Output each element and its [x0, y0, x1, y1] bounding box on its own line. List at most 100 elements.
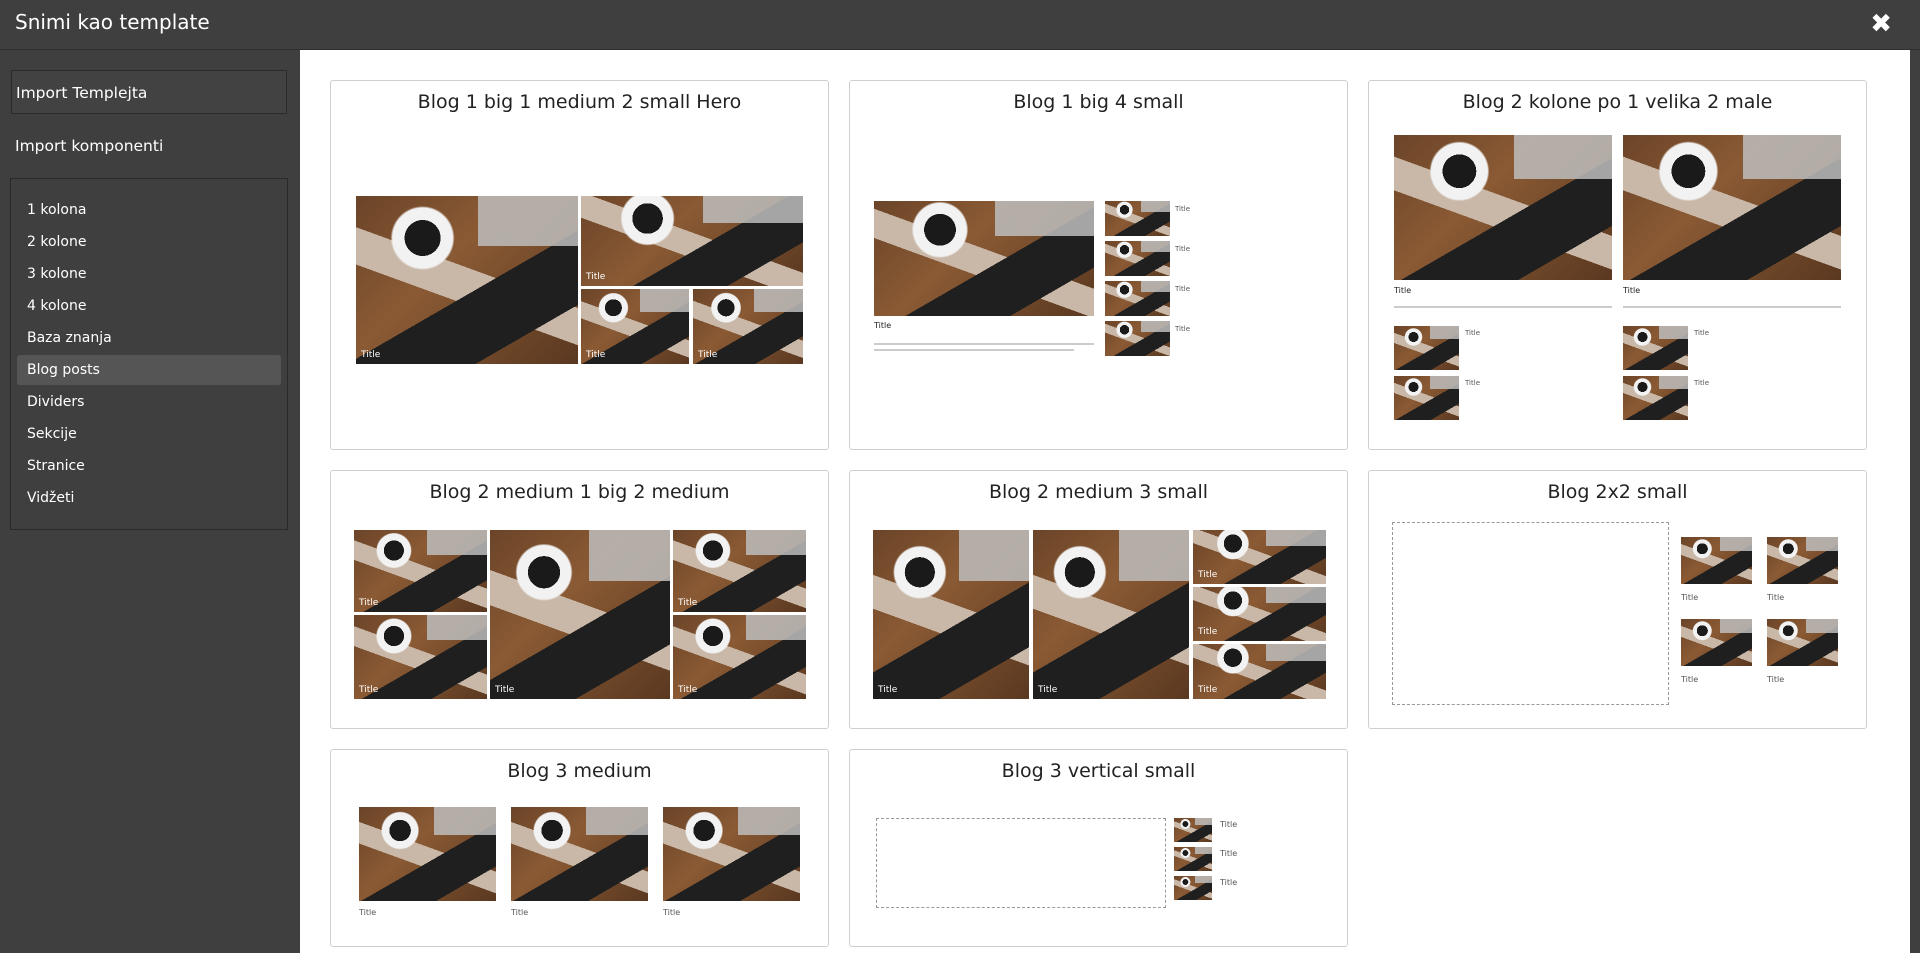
- thumb-title: Title: [1694, 329, 1710, 337]
- thumbnail-image: Title: [354, 615, 487, 699]
- card-title: Blog 2 kolone po 1 velika 2 male: [1462, 91, 1773, 113]
- thumb-title: Title: [678, 598, 698, 608]
- thumbnail-image: Title: [356, 196, 578, 364]
- thumb-title: Title: [1198, 627, 1218, 637]
- sidebar-item-stranice[interactable]: Stranice: [17, 451, 281, 481]
- thumb-title: Title: [1175, 325, 1191, 333]
- thumb-title: Title: [1220, 878, 1238, 887]
- thumb-title: Title: [1465, 329, 1481, 337]
- thumb-title: Title: [361, 350, 381, 360]
- sidebar-item-dividers[interactable]: Dividers: [17, 387, 281, 417]
- thumb-title: Title: [1681, 593, 1699, 602]
- thumbnail-image: [359, 807, 496, 901]
- thumb-title: Title: [663, 908, 681, 917]
- thumb-title: Title: [1175, 245, 1191, 253]
- scrollbar[interactable]: [1910, 50, 1920, 953]
- thumbnail-image: [1105, 281, 1170, 316]
- sidebar-item-baza-znanja[interactable]: Baza znanja: [17, 323, 281, 353]
- thumb-title: Title: [1198, 570, 1218, 580]
- template-card[interactable]: Blog 1 big 1 medium 2 small Hero Title T…: [330, 80, 829, 450]
- thumbnail-image: Title: [1193, 587, 1326, 641]
- thumbnail-image: Title: [581, 289, 689, 364]
- thumbnail-image: [1681, 619, 1752, 666]
- thumb-title: Title: [586, 272, 606, 282]
- sidebar-item-vidzeti[interactable]: Vidžeti: [17, 483, 281, 513]
- template-card[interactable]: Blog 2 medium 3 small Title Title Title …: [849, 470, 1348, 729]
- thumbnail-image: [1394, 135, 1612, 280]
- thumb-title: Title: [511, 908, 529, 917]
- thumb-title: Title: [359, 685, 379, 695]
- image-placeholder: [1392, 522, 1669, 705]
- thumbnail-image: [1623, 326, 1688, 370]
- thumb-title: Title: [1220, 849, 1238, 858]
- template-card[interactable]: Blog 2x2 small Title Title Title Title: [1368, 470, 1867, 729]
- thumb-title: Title: [1465, 379, 1481, 387]
- template-gallery: Blog 1 big 1 medium 2 small Hero Title T…: [300, 50, 1910, 953]
- sidebar-item-4-kolone[interactable]: 4 kolone: [17, 291, 281, 321]
- thumbnail-image: Title: [693, 289, 803, 364]
- card-title: Blog 2x2 small: [1547, 481, 1688, 503]
- thumb-title: Title: [1394, 286, 1412, 295]
- thumbnail-image: [1105, 321, 1170, 356]
- thumbnail-image: [1394, 376, 1459, 420]
- sidebar: Import Templejta Import komponenti 1 kol…: [0, 50, 300, 953]
- thumbnail-image: [1174, 876, 1212, 900]
- template-card[interactable]: Blog 1 big 4 small Title Title Title Tit…: [849, 80, 1348, 450]
- thumb-title: Title: [359, 908, 377, 917]
- thumb-title: Title: [1623, 286, 1641, 295]
- thumbnail-image: [1623, 376, 1688, 420]
- card-title: Blog 3 vertical small: [1001, 760, 1196, 782]
- thumb-title: Title: [1175, 285, 1191, 293]
- thumb-title: Title: [1694, 379, 1710, 387]
- thumbnail-image: Title: [1193, 644, 1326, 699]
- category-list: 1 kolona 2 kolone 3 kolone 4 kolone Baza…: [10, 178, 288, 530]
- thumb-title: Title: [1038, 685, 1058, 695]
- modal-title: Snimi kao template: [15, 10, 210, 34]
- sidebar-item-blog-posts[interactable]: Blog posts: [17, 355, 281, 385]
- card-title: Blog 3 medium: [507, 760, 652, 782]
- import-templates-button[interactable]: Import Templejta: [11, 70, 287, 114]
- text-placeholder: [874, 343, 1094, 345]
- modal-header: Snimi kao template ✖: [0, 0, 1920, 50]
- card-title: Blog 1 big 4 small: [1013, 91, 1184, 113]
- thumb-title: Title: [678, 685, 698, 695]
- thumbnail-image: Title: [1193, 530, 1326, 584]
- thumbnail-image: [874, 201, 1094, 316]
- thumb-title: Title: [874, 321, 892, 330]
- thumb-title: Title: [1767, 593, 1785, 602]
- thumbnail-image: [1174, 818, 1212, 842]
- thumbnail-image: Title: [1033, 530, 1189, 699]
- close-icon[interactable]: ✖: [1870, 11, 1892, 37]
- thumb-title: Title: [698, 350, 718, 360]
- thumbnail-image: [1623, 135, 1841, 280]
- thumb-title: Title: [1198, 685, 1218, 695]
- thumbnail-image: Title: [873, 530, 1029, 699]
- thumbnail-image: [1681, 537, 1752, 584]
- template-card[interactable]: Blog 2 kolone po 1 velika 2 male Title T…: [1368, 80, 1867, 450]
- thumb-title: Title: [878, 685, 898, 695]
- thumb-title: Title: [586, 350, 606, 360]
- thumbnail-image: Title: [581, 196, 803, 286]
- import-components-heading[interactable]: Import komponenti: [11, 124, 287, 168]
- thumbnail-image: Title: [673, 530, 806, 612]
- template-card[interactable]: Blog 3 medium Title Title Title: [330, 749, 829, 947]
- card-title: Blog 2 medium 3 small: [988, 481, 1209, 503]
- sidebar-item-3-kolone[interactable]: 3 kolone: [17, 259, 281, 289]
- thumb-title: Title: [495, 685, 515, 695]
- text-placeholder: [874, 349, 1074, 351]
- text-placeholder: [1394, 306, 1612, 308]
- thumb-title: Title: [359, 598, 379, 608]
- template-card[interactable]: Blog 2 medium 1 big 2 medium Title Title…: [330, 470, 829, 729]
- thumb-title: Title: [1767, 675, 1785, 684]
- template-card[interactable]: Blog 3 vertical small Title Title Title: [849, 749, 1348, 947]
- thumbnail-image: Title: [673, 615, 806, 699]
- thumbnail-image: [1767, 619, 1838, 666]
- thumbnail-image: Title: [354, 530, 487, 612]
- sidebar-item-sekcije[interactable]: Sekcije: [17, 419, 281, 449]
- thumbnail-image: [1394, 326, 1459, 370]
- thumbnail-image: [1105, 241, 1170, 276]
- image-placeholder: [876, 818, 1166, 908]
- sidebar-item-1-kolona[interactable]: 1 kolona: [17, 195, 281, 225]
- sidebar-item-2-kolone[interactable]: 2 kolone: [17, 227, 281, 257]
- thumbnail-image: [663, 807, 800, 901]
